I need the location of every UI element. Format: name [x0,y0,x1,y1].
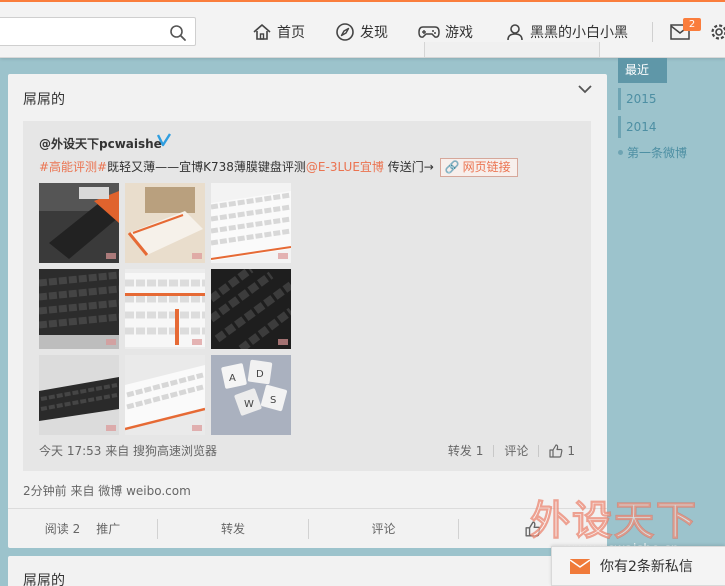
repost-actions: 转发 1 评论 1 [448,442,575,459]
nav-discover[interactable]: 发现 [335,21,388,43]
gear-icon[interactable] [710,23,725,41]
forward-label: 转发 [220,522,245,536]
mail-badge: 2 [683,18,701,31]
image-grid: A D W S [39,183,293,435]
comment-button[interactable]: 评论 [309,519,458,539]
timeline-recent[interactable]: 最近 [618,58,667,83]
post-meta: 2分钟前 来自 微博 weibo.com [23,484,191,498]
gamepad-icon [418,26,440,38]
home-icon [253,24,271,40]
repost-meta: 今天 17:53 来自 搜狗高速浏览器 [39,444,218,458]
dot-icon [618,150,623,155]
nav-profile-label: 黑黑的小白小黑 [530,25,628,41]
search-box[interactable] [0,17,196,46]
dropdown-strip [424,42,600,58]
new-message-text: 你有2条新私信 [600,559,693,575]
timeline-year[interactable]: 2014 [618,116,698,138]
repost-text: #高能评测#既轻又薄——宜博K738薄膜键盘评测@E-3LUE宜博 传送门→ 🔗… [39,158,518,177]
post-action-bar: 阅读 2 推广 转发 评论 [8,508,607,548]
search-icon[interactable] [169,24,187,42]
image-thumbnail[interactable] [39,355,119,435]
post-author[interactable]: 屌屌的 [23,89,65,109]
nav-home[interactable]: 首页 [252,21,305,43]
nav-home-label: 首页 [277,25,305,41]
svg-text:A: A [229,373,236,384]
image-thumbnail[interactable] [39,183,119,263]
timeline-year[interactable]: 2015 [618,88,698,110]
nav-discover-label: 发现 [360,25,388,41]
reposted-content: @外设天下pcwaishe #高能评测#既轻又薄——宜博K738薄膜键盘评测@E… [23,121,591,471]
image-thumbnail[interactable] [211,183,291,263]
nav-divider [652,22,653,42]
repost-author[interactable]: @外设天下pcwaishe [39,135,162,152]
post-author[interactable]: 屌屌的 [23,570,65,586]
web-link-button[interactable]: 🔗 网页链接 [439,158,518,177]
hashtag-link[interactable]: #高能评测# [39,160,107,174]
svg-text:W: W [244,399,254,410]
timeline-first-post[interactable]: 第一条微博 [618,144,687,161]
thumbs-up-icon [524,520,540,537]
nav-profile[interactable]: 黑黑的小白小黑 [505,21,628,43]
new-message-popup[interactable]: 你有2条新私信 [551,546,725,586]
mention-link[interactable]: @E-3LUE宜博 [306,160,384,174]
image-thumbnail[interactable]: A D W S [211,355,291,435]
web-link-label: 网页链接 [462,160,511,174]
timeline-first-label: 第一条微博 [627,146,688,160]
search-input[interactable] [5,23,155,41]
image-thumbnail[interactable] [125,183,205,263]
envelope-icon [570,558,590,574]
link-icon: 🔗 [444,160,460,174]
repost-body: 既轻又薄——宜博K738薄膜键盘评测 [107,160,306,174]
top-navbar: 首页 发现 游戏 黑黑的小白小黑 2 [0,0,725,58]
image-thumbnail[interactable] [39,269,119,349]
like-button[interactable] [459,519,606,539]
compass-icon [336,23,354,41]
svg-text:S: S [270,395,276,406]
forward-button[interactable]: 转发 [158,519,308,539]
image-thumbnail[interactable] [125,355,205,435]
repost-forward-button[interactable]: 转发 1 [448,442,483,459]
read-count: 阅读 2 [44,522,81,536]
repost-like-count: 1 [567,443,575,458]
nav-games[interactable]: 游戏 [418,21,473,43]
verified-icon [157,133,171,147]
promote-button[interactable]: 推广 [96,520,120,537]
repost-like-button[interactable]: 1 [549,444,575,458]
user-icon [507,24,523,41]
chevron-down-icon[interactable] [577,83,593,95]
repost-tail: 传送门→ [383,160,434,174]
svg-text:D: D [256,369,264,380]
repost-comment-button[interactable]: 评论 [504,442,528,459]
image-thumbnail[interactable] [125,269,205,349]
thumbs-up-icon [549,443,563,458]
image-thumbnail[interactable] [211,269,291,349]
post-stats: 阅读 2 推广 [8,519,157,539]
feed-card: 屌屌的 [8,556,607,586]
comment-label: 评论 [371,522,396,536]
feed-card: 屌屌的 @外设天下pcwaishe #高能评测#既轻又薄——宜博K738薄膜键盘… [8,74,607,548]
nav-games-label: 游戏 [445,25,473,41]
